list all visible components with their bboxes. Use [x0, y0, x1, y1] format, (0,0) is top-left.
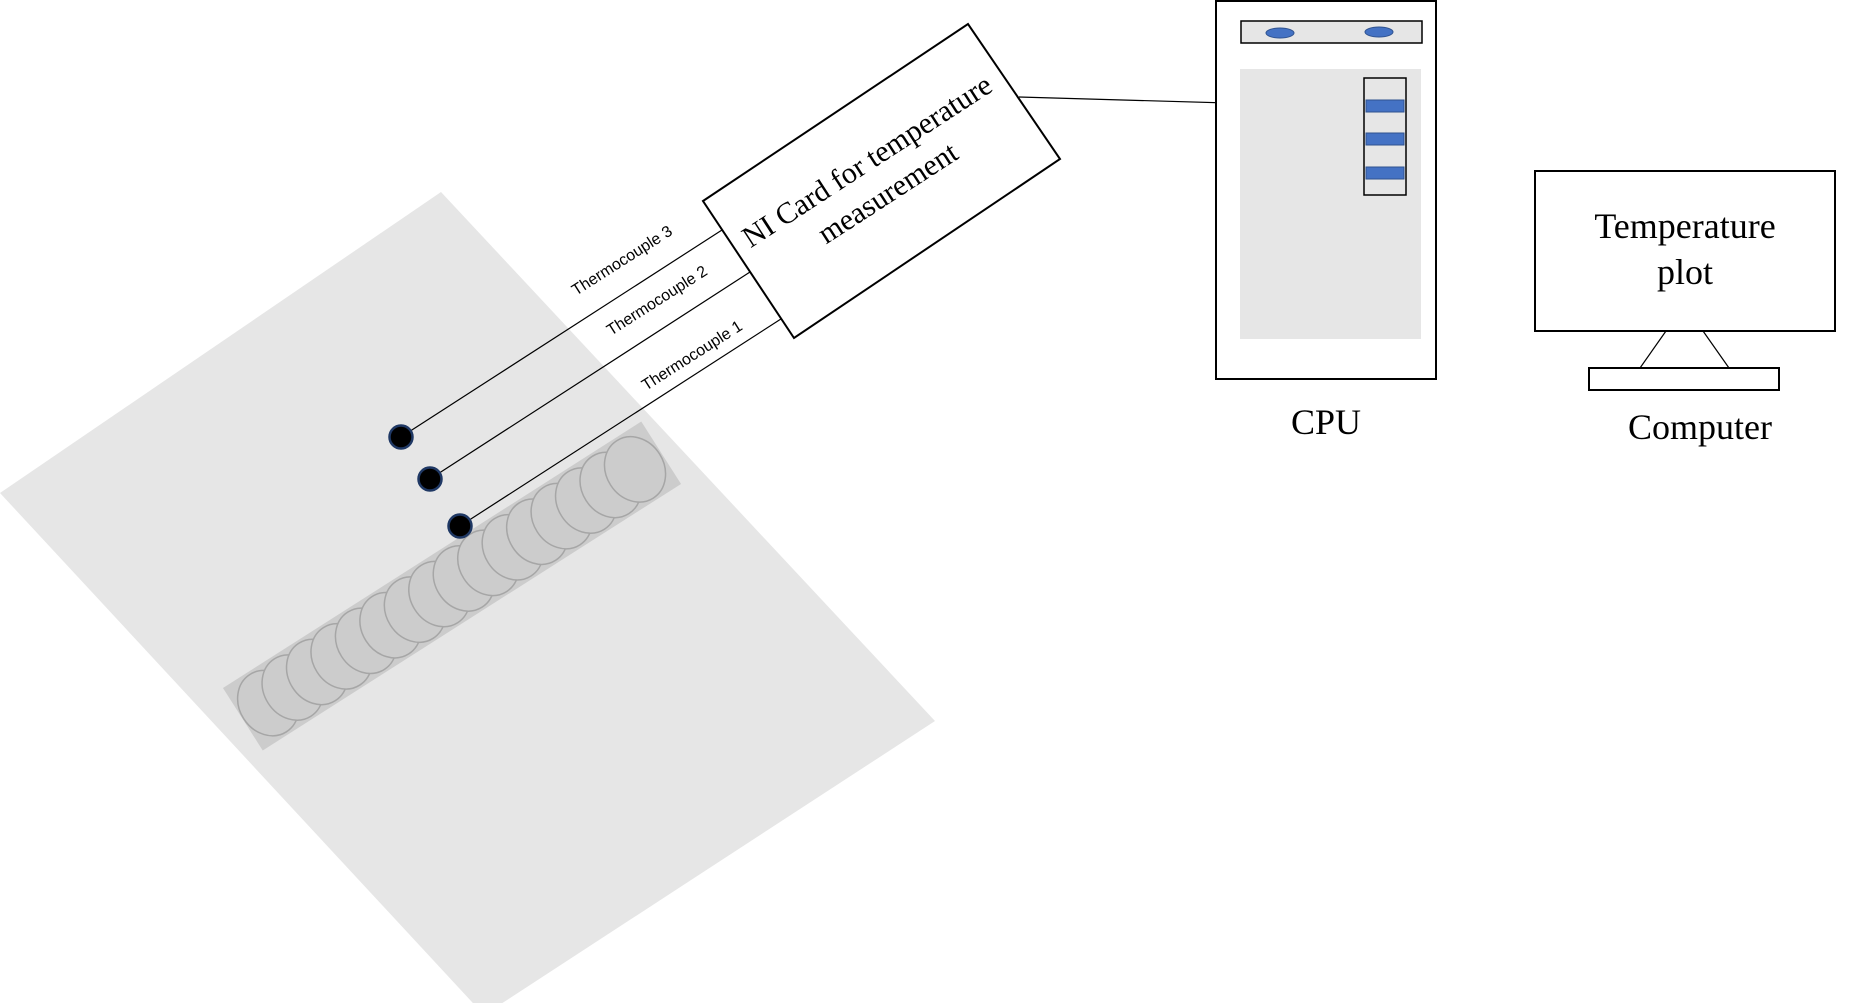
monitor-screen: [1534, 170, 1836, 332]
thermocouple-2-label: Thermocouple 2: [604, 263, 711, 340]
monitor-stand-right: [1702, 330, 1730, 369]
thermocouple-1-label: Thermocouple 1: [639, 318, 746, 395]
computer-monitor: Temperature plot Computer: [1534, 170, 1836, 447]
cpu-drive-button-left: [1265, 27, 1295, 39]
monitor-base: [1588, 367, 1780, 391]
monitor-stand-left: [1639, 330, 1667, 369]
monitor-screen-line1: Temperature: [1594, 206, 1775, 246]
cpu-card-slot-2: [1365, 132, 1405, 146]
cpu-label: CPU: [1291, 402, 1361, 442]
cpu-tower: CPU: [1215, 0, 1437, 442]
cpu-card-slot-1: [1365, 99, 1405, 113]
thermocouple-3-label: Thermocouple 3: [569, 223, 676, 300]
computer-label: Computer: [1628, 407, 1772, 447]
thermocouple-2-probe: [417, 466, 443, 492]
experimental-setup-diagram: Thermocouple 3 Thermocouple 2 Thermocoup…: [0, 0, 1836, 1003]
cpu-card-slot-3: [1365, 166, 1405, 180]
monitor-screen-line2: plot: [1657, 252, 1713, 292]
thermocouple-1-probe: [447, 513, 473, 539]
cpu-drive-button-right: [1364, 26, 1394, 38]
thermocouple-3-probe: [388, 424, 414, 450]
